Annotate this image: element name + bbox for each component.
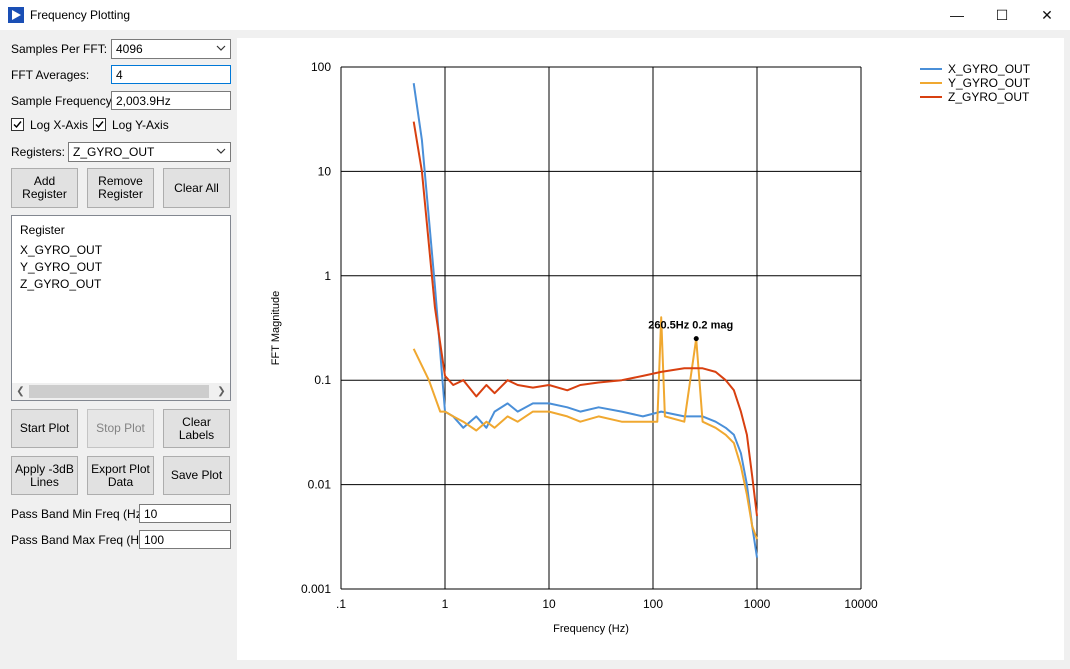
samples-per-fft-value: 4096 xyxy=(116,42,143,56)
chevron-down-icon xyxy=(216,148,226,154)
window-title: Frequency Plotting xyxy=(30,8,131,22)
chevron-down-icon xyxy=(216,45,226,51)
pass-band-min-input[interactable]: 10 xyxy=(139,504,231,523)
checkmark-icon xyxy=(95,121,104,129)
horizontal-scrollbar[interactable]: ❮ ❯ xyxy=(12,383,230,400)
stop-plot-button[interactable]: Stop Plot xyxy=(87,409,154,448)
legend-item-z: Z_GYRO_OUT xyxy=(920,90,1029,104)
log-y-axis-checkbox[interactable] xyxy=(93,118,106,131)
app-icon xyxy=(8,7,24,23)
minimize-icon: — xyxy=(950,7,964,23)
log-x-axis-checkbox[interactable] xyxy=(11,118,24,131)
add-register-button[interactable]: Add Register xyxy=(11,168,78,208)
start-plot-button[interactable]: Start Plot xyxy=(11,409,78,448)
title-bar: Frequency Plotting — ☐ ✕ xyxy=(0,0,1070,30)
fft-averages-label: FFT Averages: xyxy=(11,68,90,82)
scrollbar-thumb[interactable] xyxy=(29,385,209,398)
plot-panel xyxy=(237,38,1064,660)
pass-band-max-label: Pass Band Max Freq (Hz): xyxy=(11,533,153,547)
maximize-icon: ☐ xyxy=(995,6,1009,23)
registers-dropdown[interactable]: Z_GYRO_OUT xyxy=(68,142,231,162)
registers-value: Z_GYRO_OUT xyxy=(73,145,155,159)
legend-item-x: X_GYRO_OUT xyxy=(920,62,1030,76)
list-item[interactable]: Y_GYRO_OUT xyxy=(20,260,102,274)
apply-3db-lines-button[interactable]: Apply -3dB Lines xyxy=(11,456,78,495)
checkmark-icon xyxy=(13,121,22,129)
minimize-button[interactable]: — xyxy=(934,0,980,30)
legend-swatch xyxy=(920,82,942,84)
legend-swatch xyxy=(920,68,942,70)
log-x-axis-label: Log X-Axis xyxy=(30,118,89,132)
scroll-right-icon[interactable]: ❯ xyxy=(213,383,230,400)
close-icon: ✕ xyxy=(1041,6,1053,23)
clear-labels-button[interactable]: Clear Labels xyxy=(163,409,230,448)
legend-item-y: Y_GYRO_OUT xyxy=(920,76,1030,90)
list-item[interactable]: X_GYRO_OUT xyxy=(20,243,102,257)
save-plot-button[interactable]: Save Plot xyxy=(163,456,230,495)
legend-swatch xyxy=(920,96,942,98)
legend-label: Z_GYRO_OUT xyxy=(948,90,1030,104)
samples-per-fft-dropdown[interactable]: 4096 xyxy=(111,39,231,59)
registers-label: Registers: xyxy=(11,145,66,159)
fft-averages-input[interactable]: 4 xyxy=(111,65,231,84)
legend-label: X_GYRO_OUT xyxy=(948,62,1031,76)
clear-all-button[interactable]: Clear All xyxy=(163,168,230,208)
pass-band-min-label: Pass Band Min Freq (Hz): xyxy=(11,507,150,521)
sample-frequency-label: Sample Frequency: xyxy=(11,94,116,108)
pass-band-max-input[interactable]: 100 xyxy=(139,530,231,549)
close-button[interactable]: ✕ xyxy=(1024,0,1070,30)
sample-frequency-input[interactable]: 2,003.9Hz xyxy=(111,91,231,110)
register-listbox[interactable]: Register X_GYRO_OUT Y_GYRO_OUT Z_GYRO_OU… xyxy=(11,215,231,401)
remove-register-button[interactable]: Remove Register xyxy=(87,168,154,208)
register-list-header: Register xyxy=(20,223,65,237)
log-y-axis-label: Log Y-Axis xyxy=(112,118,169,132)
samples-per-fft-label: Samples Per FFT: xyxy=(11,42,108,56)
maximize-button[interactable]: ☐ xyxy=(979,0,1025,30)
list-item[interactable]: Z_GYRO_OUT xyxy=(20,277,101,291)
export-plot-data-button[interactable]: Export Plot Data xyxy=(87,456,154,495)
scroll-left-icon[interactable]: ❮ xyxy=(12,383,29,400)
legend-label: Y_GYRO_OUT xyxy=(948,76,1031,90)
